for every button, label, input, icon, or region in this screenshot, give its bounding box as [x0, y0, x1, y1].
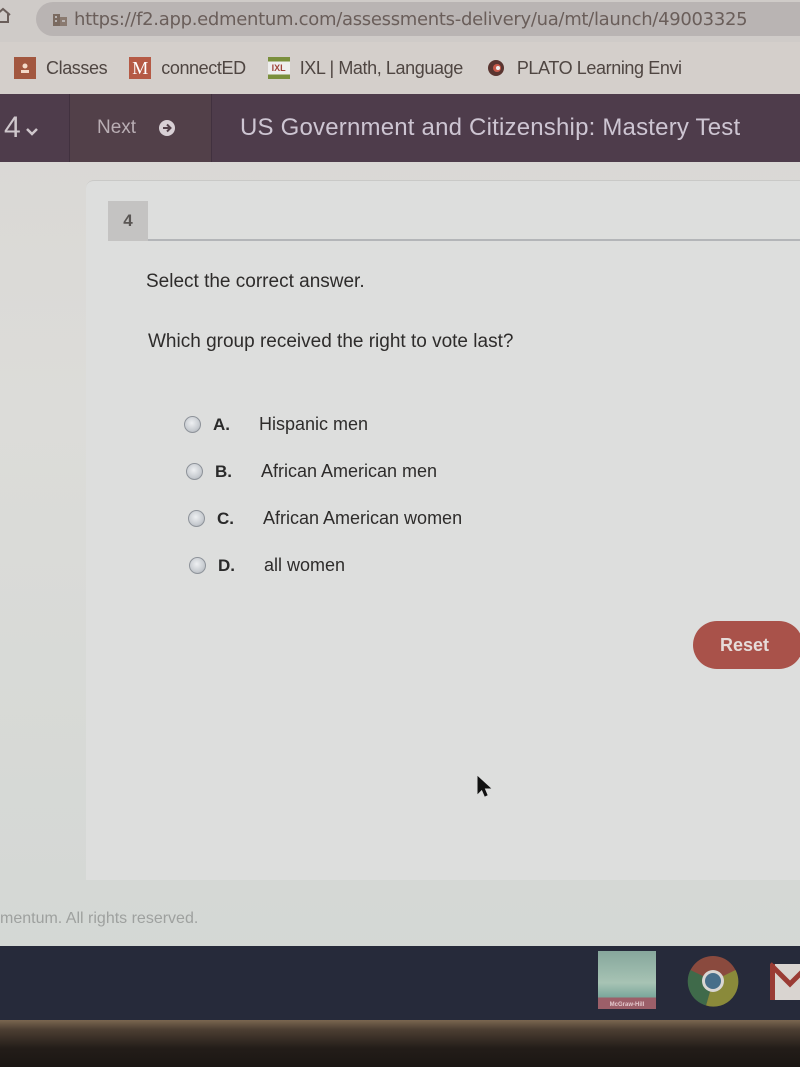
answer-option-c[interactable]: C. African American women — [188, 495, 462, 542]
reset-button[interactable]: Reset — [693, 621, 800, 669]
option-text[interactable]: all women — [264, 555, 345, 576]
bookmark-classes[interactable]: Classes — [14, 57, 108, 79]
page-info-icon[interactable] — [52, 11, 68, 27]
question-selector[interactable]: 4 — [0, 94, 70, 162]
option-letter: B. — [215, 461, 232, 481]
question-card: 4 Select the correct answer. Which group… — [86, 180, 800, 880]
answer-option-d[interactable]: D. all women — [189, 542, 462, 589]
bookmarks-bar: Classes M connectED IXL IXL | Math, Lang… — [0, 42, 800, 94]
shelf-app-mcgraw-hill[interactable]: McGraw-Hill — [598, 951, 656, 1009]
shelf-app-label: McGraw-Hill — [609, 1002, 645, 1008]
question-number-badge: 4 — [108, 201, 148, 241]
bookmark-label: Classes — [46, 57, 108, 78]
test-header: 4 Next US Government and Citizenship: Ma… — [0, 94, 800, 162]
option-text[interactable]: Hispanic men — [259, 414, 368, 435]
plato-icon — [485, 57, 507, 79]
bookmark-plato[interactable]: PLATO Learning Envi — [485, 57, 682, 79]
current-question-number: 4 — [4, 111, 21, 144]
option-text[interactable]: African American women — [263, 508, 462, 529]
bookmark-label: connectED — [161, 57, 246, 78]
question-prompt: Which group received the right to vote l… — [148, 331, 514, 352]
copyright-text: mentum. All rights reserved. — [0, 910, 199, 927]
answer-option-a[interactable]: A. Hispanic men — [184, 401, 462, 448]
option-letter: C. — [217, 508, 234, 528]
screen: https://f2.app.edmentum.com/assessments-… — [0, 0, 800, 1020]
answer-options: A. Hispanic men B. African American men … — [184, 401, 462, 589]
chevron-down-icon — [25, 128, 38, 136]
gmail-icon[interactable] — [770, 958, 800, 1006]
option-text[interactable]: African American men — [261, 461, 437, 482]
test-title: US Government and Citizenship: Mastery T… — [240, 114, 741, 141]
radio-button[interactable] — [189, 557, 206, 574]
bookmark-connected[interactable]: M connectED — [129, 57, 246, 79]
home-icon[interactable] — [0, 6, 12, 24]
address-bar[interactable]: https://f2.app.edmentum.com/assessments-… — [36, 2, 800, 36]
chrome-icon[interactable] — [686, 954, 740, 1008]
option-letter: D. — [218, 555, 235, 575]
radio-button[interactable] — [186, 463, 203, 480]
browser-toolbar: https://f2.app.edmentum.com/assessments-… — [0, 0, 800, 42]
arrow-right-circle-icon — [159, 120, 176, 136]
laptop-bezel — [0, 1020, 800, 1067]
bookmark-label: PLATO Learning Envi — [516, 57, 682, 78]
next-label: Next — [97, 117, 137, 138]
google-classroom-icon — [14, 57, 36, 79]
next-button[interactable]: Next — [70, 94, 212, 162]
radio-button[interactable] — [184, 416, 201, 433]
mouse-cursor-icon — [477, 775, 492, 797]
bookmark-label: IXL | Math, Language — [299, 57, 464, 78]
ixl-icon: IXL — [267, 57, 290, 79]
answer-option-b[interactable]: B. African American men — [186, 448, 462, 495]
mcgraw-hill-m-icon: M — [129, 57, 152, 79]
option-letter: A. — [213, 414, 230, 434]
bookmark-ixl[interactable]: IXL IXL | Math, Language — [267, 57, 464, 79]
question-card-header: 4 — [108, 201, 800, 241]
radio-button[interactable] — [188, 510, 205, 527]
os-shelf: McGraw-Hill — [0, 946, 800, 1020]
url-text[interactable]: https://f2.app.edmentum.com/assessments-… — [74, 9, 748, 30]
question-instruction: Select the correct answer. — [146, 271, 365, 292]
